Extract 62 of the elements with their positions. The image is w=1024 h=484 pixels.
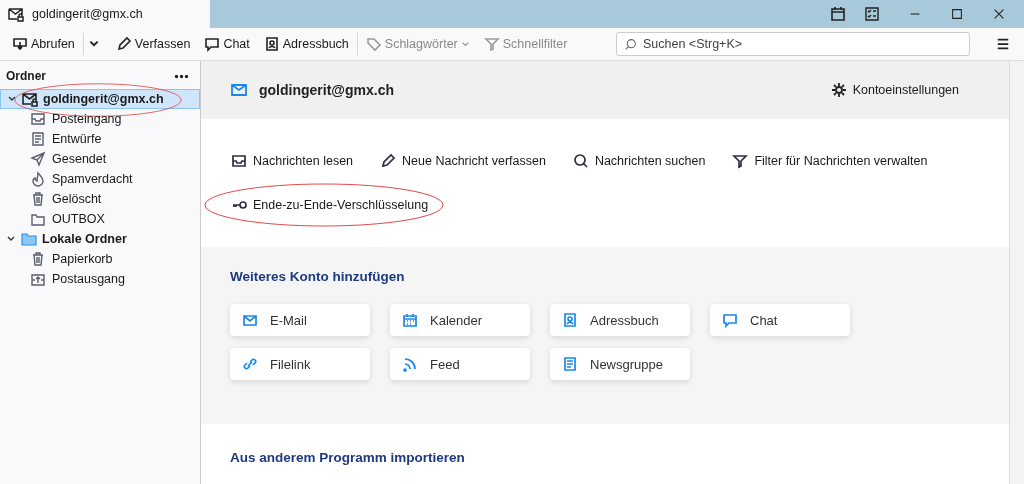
- toolbar-icon: [115, 36, 132, 52]
- tab[interactable]: goldingerit@gmx.ch: [0, 0, 210, 28]
- menu-icon[interactable]: [996, 37, 1010, 51]
- account-type-card[interactable]: Chat: [710, 304, 850, 336]
- action-icon: [572, 153, 589, 169]
- folder-tree-item[interactable]: Lokale Ordner: [0, 229, 200, 249]
- toolbar-button[interactable]: Abrufen: [6, 33, 81, 55]
- card-icon: [562, 312, 578, 328]
- toolbar-button[interactable]: Chat: [198, 33, 256, 55]
- card-icon: [562, 356, 578, 372]
- card-icon: [722, 312, 738, 328]
- folder-tree-item[interactable]: Gesendet: [0, 149, 200, 169]
- checklist-icon[interactable]: [864, 6, 880, 22]
- toolbar-button[interactable]: Adressbuch: [257, 33, 355, 55]
- pane-title: Ordner: [6, 69, 46, 83]
- more-icon[interactable]: [173, 73, 190, 79]
- card-icon: [402, 312, 418, 328]
- close-icon[interactable]: [992, 7, 1006, 21]
- maximize-icon[interactable]: [950, 7, 964, 21]
- folder-tree-item[interactable]: Entwürfe: [0, 129, 200, 149]
- mail-lock-icon: [8, 6, 24, 22]
- card-icon: [242, 356, 258, 372]
- section-title: Aus anderem Programm importieren: [230, 450, 466, 465]
- section-title: Weiteres Konto hinzufügen: [230, 269, 406, 284]
- account-type-card[interactable]: E-Mail: [230, 304, 370, 336]
- action-link[interactable]: Nachrichten suchen: [572, 153, 706, 169]
- action-icon: [732, 153, 749, 169]
- account-title: goldingerit@gmx.ch: [259, 82, 394, 98]
- folder-tree-item[interactable]: Posteingang: [0, 109, 200, 129]
- folder-tree-item[interactable]: Spamverdacht: [0, 169, 200, 189]
- account-type-card[interactable]: Newsgruppe: [550, 348, 690, 380]
- envelope-icon: [231, 82, 247, 98]
- toolbar-icon: [12, 36, 28, 52]
- settings-icon: [830, 82, 847, 98]
- scrollbar[interactable]: [1009, 61, 1024, 484]
- toolbar-button[interactable]: Verfassen: [109, 33, 197, 55]
- caret-icon: [460, 39, 470, 49]
- account-type-card[interactable]: Filelink: [230, 348, 370, 380]
- mail-lock-icon: [22, 91, 38, 107]
- account-settings-button[interactable]: Kontoeinstellungen: [830, 82, 959, 98]
- account-type-card[interactable]: Kalender: [390, 304, 530, 336]
- search-field[interactable]: Suchen <Strg+K>: [616, 32, 970, 56]
- action-link[interactable]: Filter für Nachrichten verwalten: [732, 153, 928, 169]
- folder-tree-item[interactable]: OUTBOX: [0, 209, 200, 229]
- action-link[interactable]: Neue Nachricht verfassen: [380, 153, 546, 169]
- search-icon: [624, 38, 637, 51]
- action-icon: [380, 153, 397, 169]
- card-icon: [242, 312, 258, 328]
- toolbar-icon: [483, 36, 500, 52]
- folder-tree-item[interactable]: Papierkorb: [0, 249, 200, 269]
- folder-tree-item[interactable]: goldingerit@gmx.ch: [0, 89, 200, 109]
- toolbar-icon: [365, 36, 382, 52]
- card-icon: [402, 356, 418, 372]
- folder-tree-item[interactable]: Postausgang: [0, 269, 200, 289]
- account-type-card[interactable]: Feed: [390, 348, 530, 380]
- toolbar-icon: [204, 36, 221, 52]
- action-icon: [231, 153, 247, 169]
- action-link[interactable]: Nachrichten lesen: [231, 153, 354, 169]
- account-type-card[interactable]: Adressbuch: [550, 304, 690, 336]
- toolbar-icon: [263, 36, 280, 52]
- calendar-icon[interactable]: [830, 6, 846, 22]
- folder-tree-item[interactable]: Gelöscht: [0, 189, 200, 209]
